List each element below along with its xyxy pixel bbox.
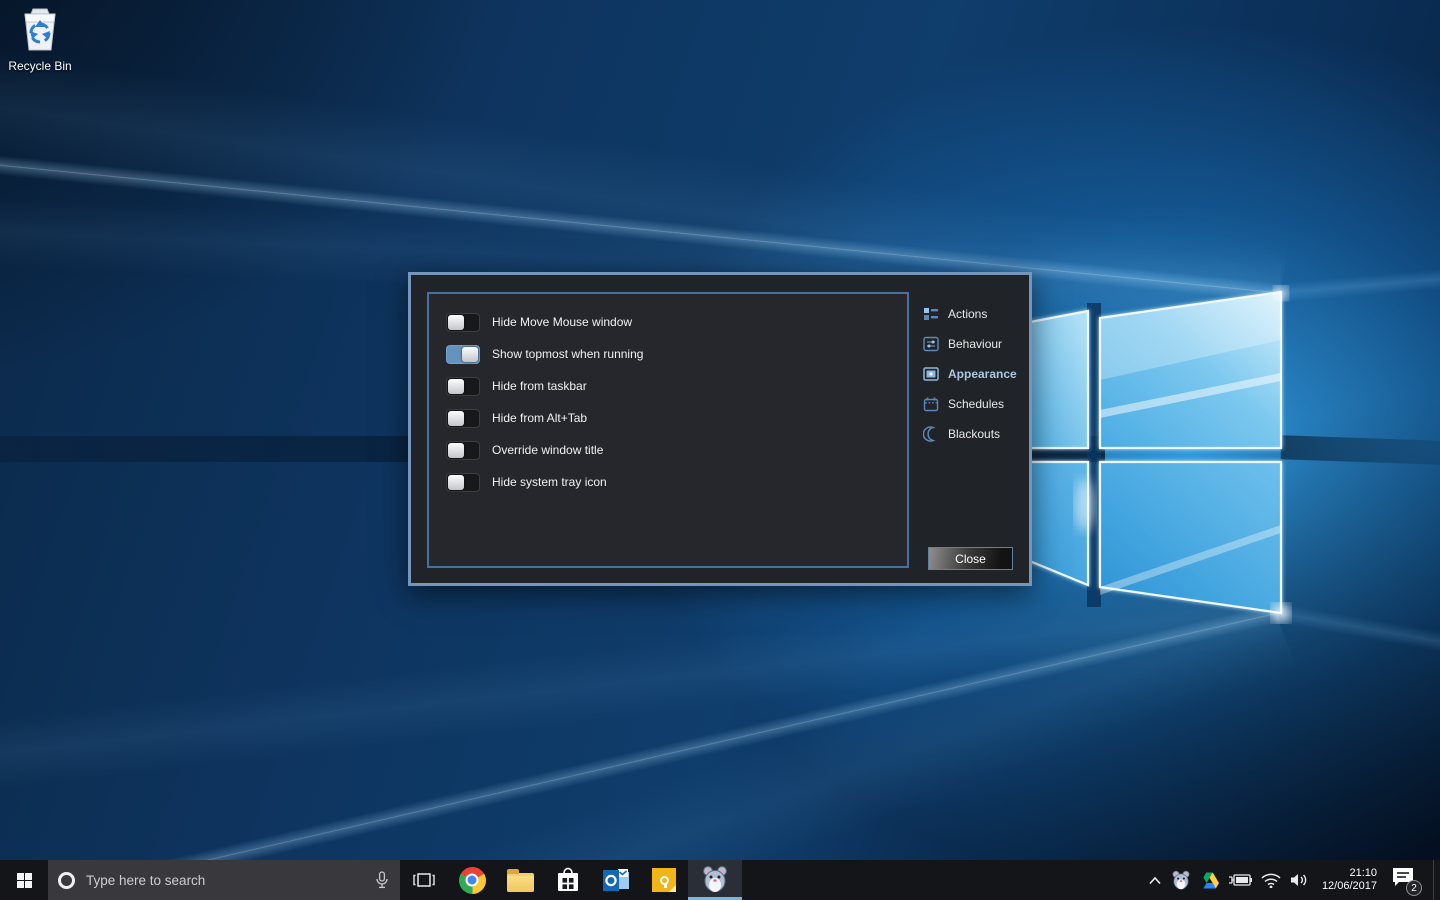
- outlook-icon: [603, 868, 630, 893]
- windows-start-icon: [17, 873, 32, 888]
- toggle-knob: [448, 443, 464, 458]
- toggle-label: Hide Move Mouse window: [492, 315, 632, 329]
- taskbar-app-file-explorer[interactable]: [496, 860, 544, 900]
- nav-label: Behaviour: [948, 337, 1002, 351]
- cortana-icon: [58, 872, 75, 889]
- move-mouse-tray-icon[interactable]: [1171, 870, 1191, 890]
- toggle-row: Hide system tray icon: [429, 466, 907, 498]
- toggle-row: Override window title: [429, 434, 907, 466]
- toggle-row: Hide Move Mouse window: [429, 306, 907, 338]
- battery-charging-icon[interactable]: [1228, 873, 1252, 887]
- show-desktop-button[interactable]: [1433, 860, 1435, 900]
- recycle-bin-shortcut[interactable]: Recycle Bin: [8, 6, 72, 73]
- chrome-icon: [459, 867, 486, 894]
- picture-icon: [923, 366, 939, 382]
- taskbar-app-chrome[interactable]: [448, 860, 496, 900]
- toggle-row: Show topmost when running: [429, 338, 907, 370]
- toggle-label: Hide system tray icon: [492, 475, 607, 489]
- system-tray: 21:10 12/06/2017 2: [1148, 860, 1440, 900]
- nav-label: Blackouts: [948, 427, 1000, 441]
- task-view-button[interactable]: [400, 860, 448, 900]
- toggle-label: Hide from Alt+Tab: [492, 411, 587, 425]
- nav-item-schedules[interactable]: Schedules: [923, 389, 1027, 419]
- hide-window-toggle[interactable]: [446, 313, 480, 332]
- toggle-knob: [448, 411, 464, 426]
- override-title-toggle[interactable]: [446, 441, 480, 460]
- desktop: Recycle Bin Hide Move Mouse window Show …: [0, 0, 1440, 900]
- toggle-knob: [448, 475, 464, 490]
- lightbulb-glyph: [660, 876, 669, 885]
- toggle-knob: [448, 315, 464, 330]
- google-keep-icon: [652, 868, 676, 892]
- sliders-icon: [923, 336, 939, 352]
- nav-item-actions[interactable]: Actions: [923, 299, 1027, 329]
- show-topmost-toggle[interactable]: [446, 345, 480, 364]
- nav-item-appearance[interactable]: Appearance: [923, 359, 1027, 389]
- recycle-bin-label: Recycle Bin: [8, 59, 72, 73]
- toggle-label: Override window title: [492, 443, 603, 457]
- clock-time: 21:10: [1322, 867, 1377, 880]
- appearance-options-group: Hide Move Mouse window Show topmost when…: [427, 292, 909, 568]
- settings-nav: Actions Behaviour Appearance: [923, 299, 1027, 449]
- calendar-icon: [923, 396, 939, 412]
- wifi-icon[interactable]: [1261, 873, 1281, 888]
- windows-logo-glow: [1000, 285, 1300, 625]
- taskbar-clock[interactable]: 21:10 12/06/2017: [1322, 867, 1377, 893]
- actions-tiles-icon: [923, 306, 939, 322]
- hide-alttab-toggle[interactable]: [446, 409, 480, 428]
- chevron-up-icon[interactable]: [1148, 876, 1162, 885]
- action-center-button[interactable]: 2: [1390, 865, 1420, 895]
- toggle-row: Hide from Alt+Tab: [429, 402, 907, 434]
- hide-tray-icon-toggle[interactable]: [446, 473, 480, 492]
- search-input[interactable]: [86, 873, 374, 888]
- task-view-icon: [413, 871, 435, 889]
- taskbar-app-move-mouse[interactable]: [688, 860, 742, 900]
- nav-label: Appearance: [948, 367, 1017, 381]
- nav-label: Actions: [948, 307, 987, 321]
- file-explorer-icon: [507, 873, 534, 892]
- taskbar-app-google-keep[interactable]: [640, 860, 688, 900]
- move-mouse-settings-window: Hide Move Mouse window Show topmost when…: [408, 272, 1032, 586]
- close-button[interactable]: Close: [928, 547, 1013, 570]
- toggle-knob: [448, 379, 464, 394]
- taskbar-app-outlook[interactable]: [592, 860, 640, 900]
- nav-label: Schedules: [948, 397, 1004, 411]
- toggle-row: Hide from taskbar: [429, 370, 907, 402]
- notification-badge: 2: [1406, 880, 1422, 896]
- volume-icon[interactable]: [1290, 872, 1309, 888]
- microsoft-store-icon: [556, 867, 580, 893]
- recycle-bin-icon: [19, 6, 61, 52]
- hide-taskbar-toggle[interactable]: [446, 377, 480, 396]
- microphone-icon[interactable]: [374, 871, 390, 889]
- toggle-knob: [462, 347, 478, 362]
- toggle-label: Show topmost when running: [492, 347, 643, 361]
- taskbar-app-microsoft-store[interactable]: [544, 860, 592, 900]
- move-mouse-icon: [701, 865, 729, 893]
- taskbar: 21:10 12/06/2017 2: [0, 860, 1440, 900]
- google-drive-icon[interactable]: [1200, 872, 1219, 889]
- start-button[interactable]: [0, 860, 48, 900]
- taskbar-search[interactable]: [48, 860, 400, 900]
- nav-item-behaviour[interactable]: Behaviour: [923, 329, 1027, 359]
- nav-item-blackouts[interactable]: Blackouts: [923, 419, 1027, 449]
- clock-date: 12/06/2017: [1322, 880, 1377, 893]
- toggle-label: Hide from taskbar: [492, 379, 587, 393]
- moon-icon: [923, 426, 939, 442]
